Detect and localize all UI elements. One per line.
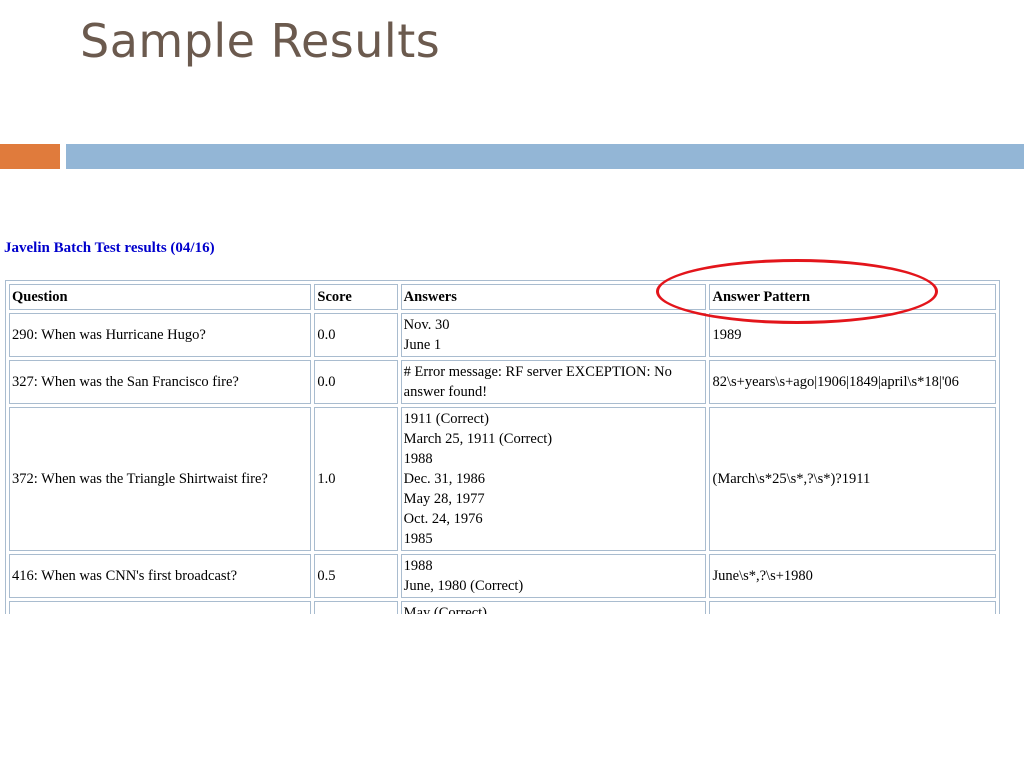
table-header-row: Question Score Answers Answer Pattern bbox=[9, 284, 996, 310]
results-table: Question Score Answers Answer Pattern 29… bbox=[5, 280, 1000, 614]
answer-pattern-text: 82\s+years\s+ago|1906|1849|april\s*18|'0… bbox=[712, 374, 959, 390]
answer-pattern-cell: June\s*,?\s+1980 bbox=[709, 554, 996, 598]
results-screenshot: Javelin Batch Test results (04/16) Quest… bbox=[0, 228, 1000, 614]
answer-line: May 28, 1977 bbox=[403, 491, 485, 507]
question-cell: 416: When was CNN's first broadcast? bbox=[9, 554, 312, 598]
answer-line: June, 1980 (Correct) bbox=[403, 578, 524, 594]
answer-pattern-cell: (March\s*25\s*,?\s*)?1911 bbox=[709, 407, 996, 551]
score-cell: 1.0 bbox=[314, 407, 398, 551]
column-header-score: Score bbox=[314, 284, 398, 310]
score-cell: 0.5 bbox=[314, 554, 398, 598]
question-cell: 327: When was the San Francisco fire? bbox=[9, 360, 312, 404]
accent-orange-block bbox=[0, 144, 60, 169]
answers-cell: Nov. 30 June 1 bbox=[400, 313, 707, 357]
answers-cell: May (Correct) bbox=[400, 601, 707, 614]
answers-cell: 1988 June, 1980 (Correct) bbox=[400, 554, 707, 598]
answer-line: 1911 (Correct) bbox=[403, 411, 489, 427]
slide-title: Sample Results bbox=[80, 14, 441, 68]
score-cell: 0.0 bbox=[314, 360, 398, 404]
question-cell: 290: When was Hurricane Hugo? bbox=[9, 313, 312, 357]
results-heading: Javelin Batch Test results (04/16) bbox=[4, 240, 215, 256]
answer-pattern-text: June\s*,?\s+1980 bbox=[712, 568, 813, 584]
table-row: 372: When was the Triangle Shirtwaist fi… bbox=[9, 407, 996, 551]
accent-blue-bar bbox=[66, 144, 1024, 169]
question-cell bbox=[9, 601, 312, 614]
answer-pattern-text: 1989 bbox=[712, 327, 742, 343]
answer-pattern-cell bbox=[709, 601, 996, 614]
table-row: 290: When was Hurricane Hugo? 0.0 Nov. 30 J… bbox=[9, 313, 996, 357]
answer-line: Nov. 30 bbox=[403, 317, 450, 333]
column-header-answer-pattern: Answer Pattern bbox=[709, 284, 996, 310]
answer-line: Oct. 24, 1976 bbox=[403, 511, 483, 527]
column-header-answers: Answers bbox=[400, 284, 707, 310]
answer-line: 1988 bbox=[403, 451, 433, 467]
answer-line: March 25, 1911 (Correct) bbox=[403, 431, 553, 447]
score-cell: 0.0 bbox=[314, 313, 398, 357]
answer-line: 1988 bbox=[403, 558, 433, 574]
results-table-body: Question Score Answers Answer Pattern 29… bbox=[9, 284, 996, 614]
answer-line: 1985 bbox=[403, 531, 433, 547]
question-cell: 372: When was the Triangle Shirtwaist fi… bbox=[9, 407, 312, 551]
answers-cell: # Error message: RF server EXCEPTION: No… bbox=[400, 360, 707, 404]
answer-line: June 1 bbox=[403, 337, 442, 353]
answer-line: # Error message: RF server EXCEPTION: No… bbox=[403, 364, 672, 400]
table-row: 416: When was CNN's first broadcast? 0.5 1… bbox=[9, 554, 996, 598]
answer-line: Dec. 31, 1986 bbox=[403, 471, 486, 487]
answer-pattern-cell: 1989 bbox=[709, 313, 996, 357]
table-row: 327: When was the San Francisco fire? 0.0… bbox=[9, 360, 996, 404]
answer-pattern-text: (March\s*25\s*,?\s*)?1911 bbox=[712, 471, 871, 487]
table-row: May (Correct) bbox=[9, 601, 996, 614]
answers-cell: 1911 (Correct) March 25, 1911 (Correct) 19… bbox=[400, 407, 707, 551]
answer-pattern-cell: 82\s+years\s+ago|1906|1849|april\s*18|'0… bbox=[709, 360, 996, 404]
column-header-question: Question bbox=[9, 284, 312, 310]
score-cell bbox=[314, 601, 398, 614]
answer-line: May (Correct) bbox=[403, 605, 488, 614]
